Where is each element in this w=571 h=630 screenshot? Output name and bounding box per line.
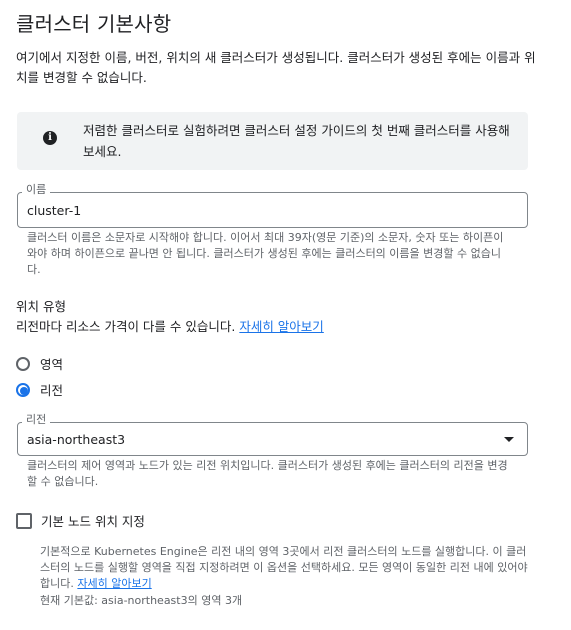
radio-zone-button[interactable] — [16, 356, 30, 371]
info-banner: i 저렴한 클러스터로 실험하려면 클러스터 설정 가이드의 첫 번째 클러스터… — [17, 112, 528, 170]
intro-text: 여기에서 지정한 이름, 버전, 위치의 새 클러스터가 생성됩니다. 클러스터… — [16, 50, 536, 85]
region-label: 리전 — [22, 414, 51, 426]
current-default-text: 현재 기본값: asia-northeast3의 영역 3개 — [40, 594, 243, 607]
radio-zone-label: 영역 — [40, 357, 64, 372]
radio-region[interactable]: 리전 — [16, 380, 63, 399]
default-node-locations-label: 기본 노드 위치 지정 — [41, 514, 145, 529]
chevron-down-icon[interactable] — [504, 437, 514, 442]
radio-region-button[interactable] — [16, 382, 30, 397]
cluster-name-label: 이름 — [22, 184, 51, 196]
info-banner-text: 저렴한 클러스터로 실험하려면 클러스터 설정 가이드의 첫 번째 클러스터를 … — [83, 123, 510, 159]
default-node-locations-description: 기본적으로 Kubernetes Engine은 리전 내의 영역 3곳에서 리… — [40, 544, 530, 592]
location-type-title: 위치 유형 — [16, 299, 66, 314]
location-type-subtitle: 리전마다 리소스 가격이 다를 수 있습니다. 자세히 알아보기 — [16, 316, 324, 335]
default-node-locations-checkbox-row[interactable]: 기본 노드 위치 지정 — [16, 511, 145, 530]
default-node-learn-more-link[interactable]: 자세히 알아보기 — [77, 577, 151, 590]
cluster-name-value[interactable]: cluster-1 — [27, 203, 81, 218]
region-select-value[interactable]: asia-northeast3 — [27, 432, 125, 447]
region-select[interactable]: asia-northeast3 — [17, 422, 528, 456]
radio-zone[interactable]: 영역 — [16, 354, 63, 373]
info-icon: i — [43, 131, 57, 145]
location-type-subtitle-text: 리전마다 리소스 가격이 다를 수 있습니다. — [16, 319, 236, 334]
location-learn-more-link[interactable]: 자세히 알아보기 — [239, 319, 323, 334]
page-title: 클러스터 기본사항 — [16, 12, 172, 36]
radio-region-label: 리전 — [40, 383, 64, 398]
cluster-name-hint: 클러스터 이름은 소문자로 시작해야 합니다. 이어서 최대 39자(영문 기준… — [27, 231, 504, 276]
region-hint: 클러스터의 제어 영역과 노드가 있는 리전 위치입니다. 클러스터가 생성된 … — [27, 459, 508, 488]
cluster-name-field[interactable]: cluster-1 — [17, 192, 528, 228]
default-node-locations-checkbox[interactable] — [16, 512, 32, 529]
